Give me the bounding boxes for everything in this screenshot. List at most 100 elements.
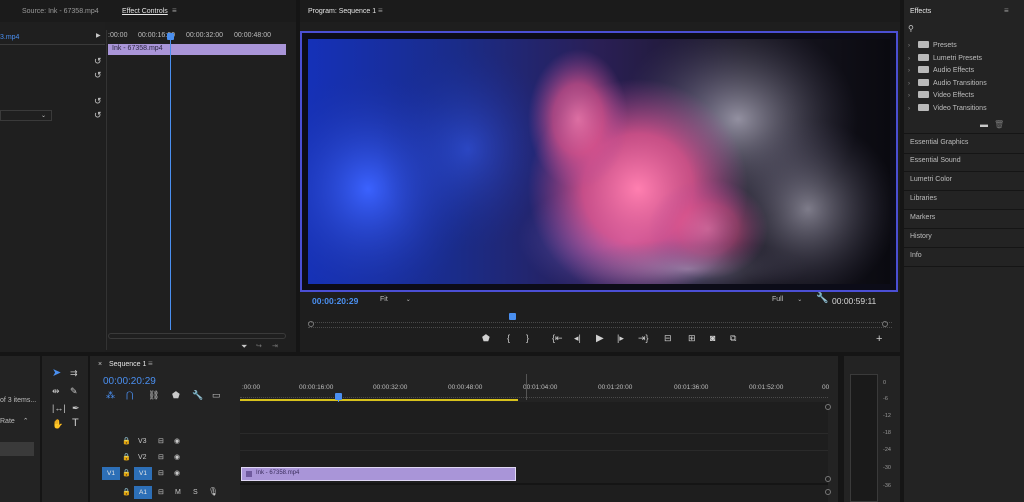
mute-button[interactable]: M [175,489,181,496]
ec-playhead-handle[interactable] [167,33,174,40]
source-patch-v1[interactable]: V1 [102,467,120,480]
lock-icon[interactable]: 🔒 [122,453,131,461]
panel-info[interactable]: Info [904,247,1024,267]
panel-libraries[interactable]: Libraries [904,190,1024,210]
panel-history[interactable]: History [904,228,1024,248]
slip-tool-icon[interactable]: |↔| [52,403,66,413]
comparison-view-icon[interactable]: ⧉ [730,333,736,344]
scroll-knob-left[interactable] [308,321,314,327]
sync-lock-icon[interactable]: ⊟ [158,437,164,445]
snap-icon[interactable]: ⋂ [126,390,133,400]
timeline-timecode[interactable]: 00:00:20:29 [103,376,156,387]
new-bin-icon[interactable]: ▬ [980,120,988,130]
lock-icon[interactable]: 🔒 [122,488,131,496]
selection-tool-icon[interactable]: ➤ [52,368,61,379]
wrench-icon[interactable]: 🔧 [816,294,828,304]
solo-button[interactable]: S [193,489,198,496]
eye-icon[interactable]: ◉ [174,437,180,445]
trash-icon[interactable]: 🗑 [994,120,1004,130]
lock-icon[interactable]: 🔒 [122,437,131,445]
extract-icon[interactable]: ⊞ [688,333,696,344]
effects-item[interactable]: › Audio Transitions [908,78,987,90]
project-selected-row[interactable] [0,442,34,456]
hand-tool-icon[interactable]: ✋ [52,419,63,429]
close-icon[interactable]: × [98,360,102,370]
eye-icon[interactable]: ◉ [174,453,180,461]
rate-column-header[interactable]: Rate ⌃ [0,417,29,425]
lift-icon[interactable]: ⊟ [664,333,672,344]
program-timecode[interactable]: 00:00:20:29 [312,296,358,306]
dropdown-field[interactable]: ⌄ [0,110,52,121]
add-button-icon[interactable]: + [876,333,882,345]
source-clip-name[interactable]: 3.mp4 [0,34,19,41]
program-playhead[interactable] [509,313,516,320]
effect-controls-menu-icon[interactable]: ≡ [172,6,177,15]
track-target-v1[interactable]: V1 [134,467,152,480]
sync-lock-icon[interactable]: ⊟ [158,453,164,461]
reset-icon[interactable]: ↺ [94,70,102,80]
sync-lock-icon[interactable]: ⊟ [158,469,164,477]
effects-item[interactable]: › Audio Effects [908,65,974,77]
add-marker-icon[interactable]: ⬟ [482,333,490,344]
program-monitor-title[interactable]: Program: Sequence 1 [308,8,376,15]
go-to-out-icon[interactable]: ⇥} [638,333,649,344]
nest-icon[interactable]: ⁂ [106,390,115,400]
track-select-tool-icon[interactable]: ⇉ [70,368,78,378]
program-video-frame[interactable] [300,31,898,292]
scroll-knob-right[interactable] [882,321,888,327]
razor-tool-icon[interactable]: ✎ [70,386,78,396]
lock-icon[interactable]: 🔒 [122,469,131,477]
ec-scrollbar[interactable] [108,333,286,339]
reset-icon[interactable]: ↺ [94,56,102,66]
timeline-menu-icon[interactable]: ≡ [148,359,153,368]
reset-icon[interactable]: ↺ [94,110,102,120]
step-back-icon[interactable]: ◂| [574,333,581,344]
add-marker-icon[interactable]: ⬟ [172,390,180,400]
effects-item[interactable]: › Video Transitions [908,103,987,115]
linked-selection-icon[interactable]: ⛓ [148,390,159,400]
export-icon[interactable]: ⇥ [272,342,278,352]
scroll-knob[interactable] [825,489,831,495]
mark-out-icon[interactable]: } [526,333,529,343]
panel-lumetri-color[interactable]: Lumetri Color [904,171,1024,191]
ec-clip-bar[interactable]: Ink - 67358.mp4 [108,44,286,55]
mark-in-icon[interactable]: { [507,333,510,343]
ripple-edit-tool-icon[interactable]: ⇹ [52,386,60,396]
work-area-bar[interactable] [240,399,518,401]
scroll-knob[interactable] [825,476,831,482]
pen-tool-icon[interactable]: ✒ [72,403,80,413]
timeline-settings-icon[interactable]: 🔧 [192,390,203,400]
filter-icon[interactable]: ⏷ [241,342,247,352]
effects-item[interactable]: › Presets [908,40,957,52]
scroll-knob[interactable] [825,404,831,410]
timeline-clip[interactable]: Ink - 67358.mp4 [241,467,516,481]
effects-title[interactable]: Effects [910,8,931,15]
timeline-title[interactable]: Sequence 1 [109,361,146,368]
effects-search-input[interactable] [920,24,1020,34]
panel-essential-sound[interactable]: Essential Sound [904,152,1024,172]
quality-dropdown[interactable]: Full ⌄ [772,296,808,303]
program-scrub-bar[interactable] [308,322,892,328]
tab-source[interactable]: Source: Ink - 67358.mp4 [22,8,99,15]
go-to-in-icon[interactable]: {⇤ [552,333,563,344]
tab-effect-controls[interactable]: Effect Controls [122,8,168,15]
track-target-a1[interactable]: A1 [134,486,152,499]
panel-markers[interactable]: Markers [904,209,1024,229]
play-arrow-icon[interactable]: ▶ [96,31,101,41]
effects-item[interactable]: › Video Effects [908,90,974,102]
effects-item[interactable]: › Lumetri Presets [908,53,982,65]
camera-icon[interactable]: ◙ [710,333,715,343]
effects-menu-icon[interactable]: ≡ [1004,6,1009,15]
play-icon[interactable]: ▶ [596,333,604,344]
program-menu-icon[interactable]: ≡ [378,6,383,15]
captions-icon[interactable]: ▭ [212,390,221,400]
microphone-icon[interactable]: 🎙 [208,487,218,496]
eye-icon[interactable]: ◉ [174,469,180,477]
search-icon[interactable]: ⚲ [908,24,914,34]
fit-dropdown[interactable]: Fit ⌄ [380,296,416,303]
export-icon[interactable]: ↪ [256,342,262,352]
sync-lock-icon[interactable]: ⊟ [158,488,164,496]
type-tool-icon[interactable]: T [72,418,79,429]
ec-playhead[interactable] [170,34,171,330]
reset-icon[interactable]: ↺ [94,96,102,106]
